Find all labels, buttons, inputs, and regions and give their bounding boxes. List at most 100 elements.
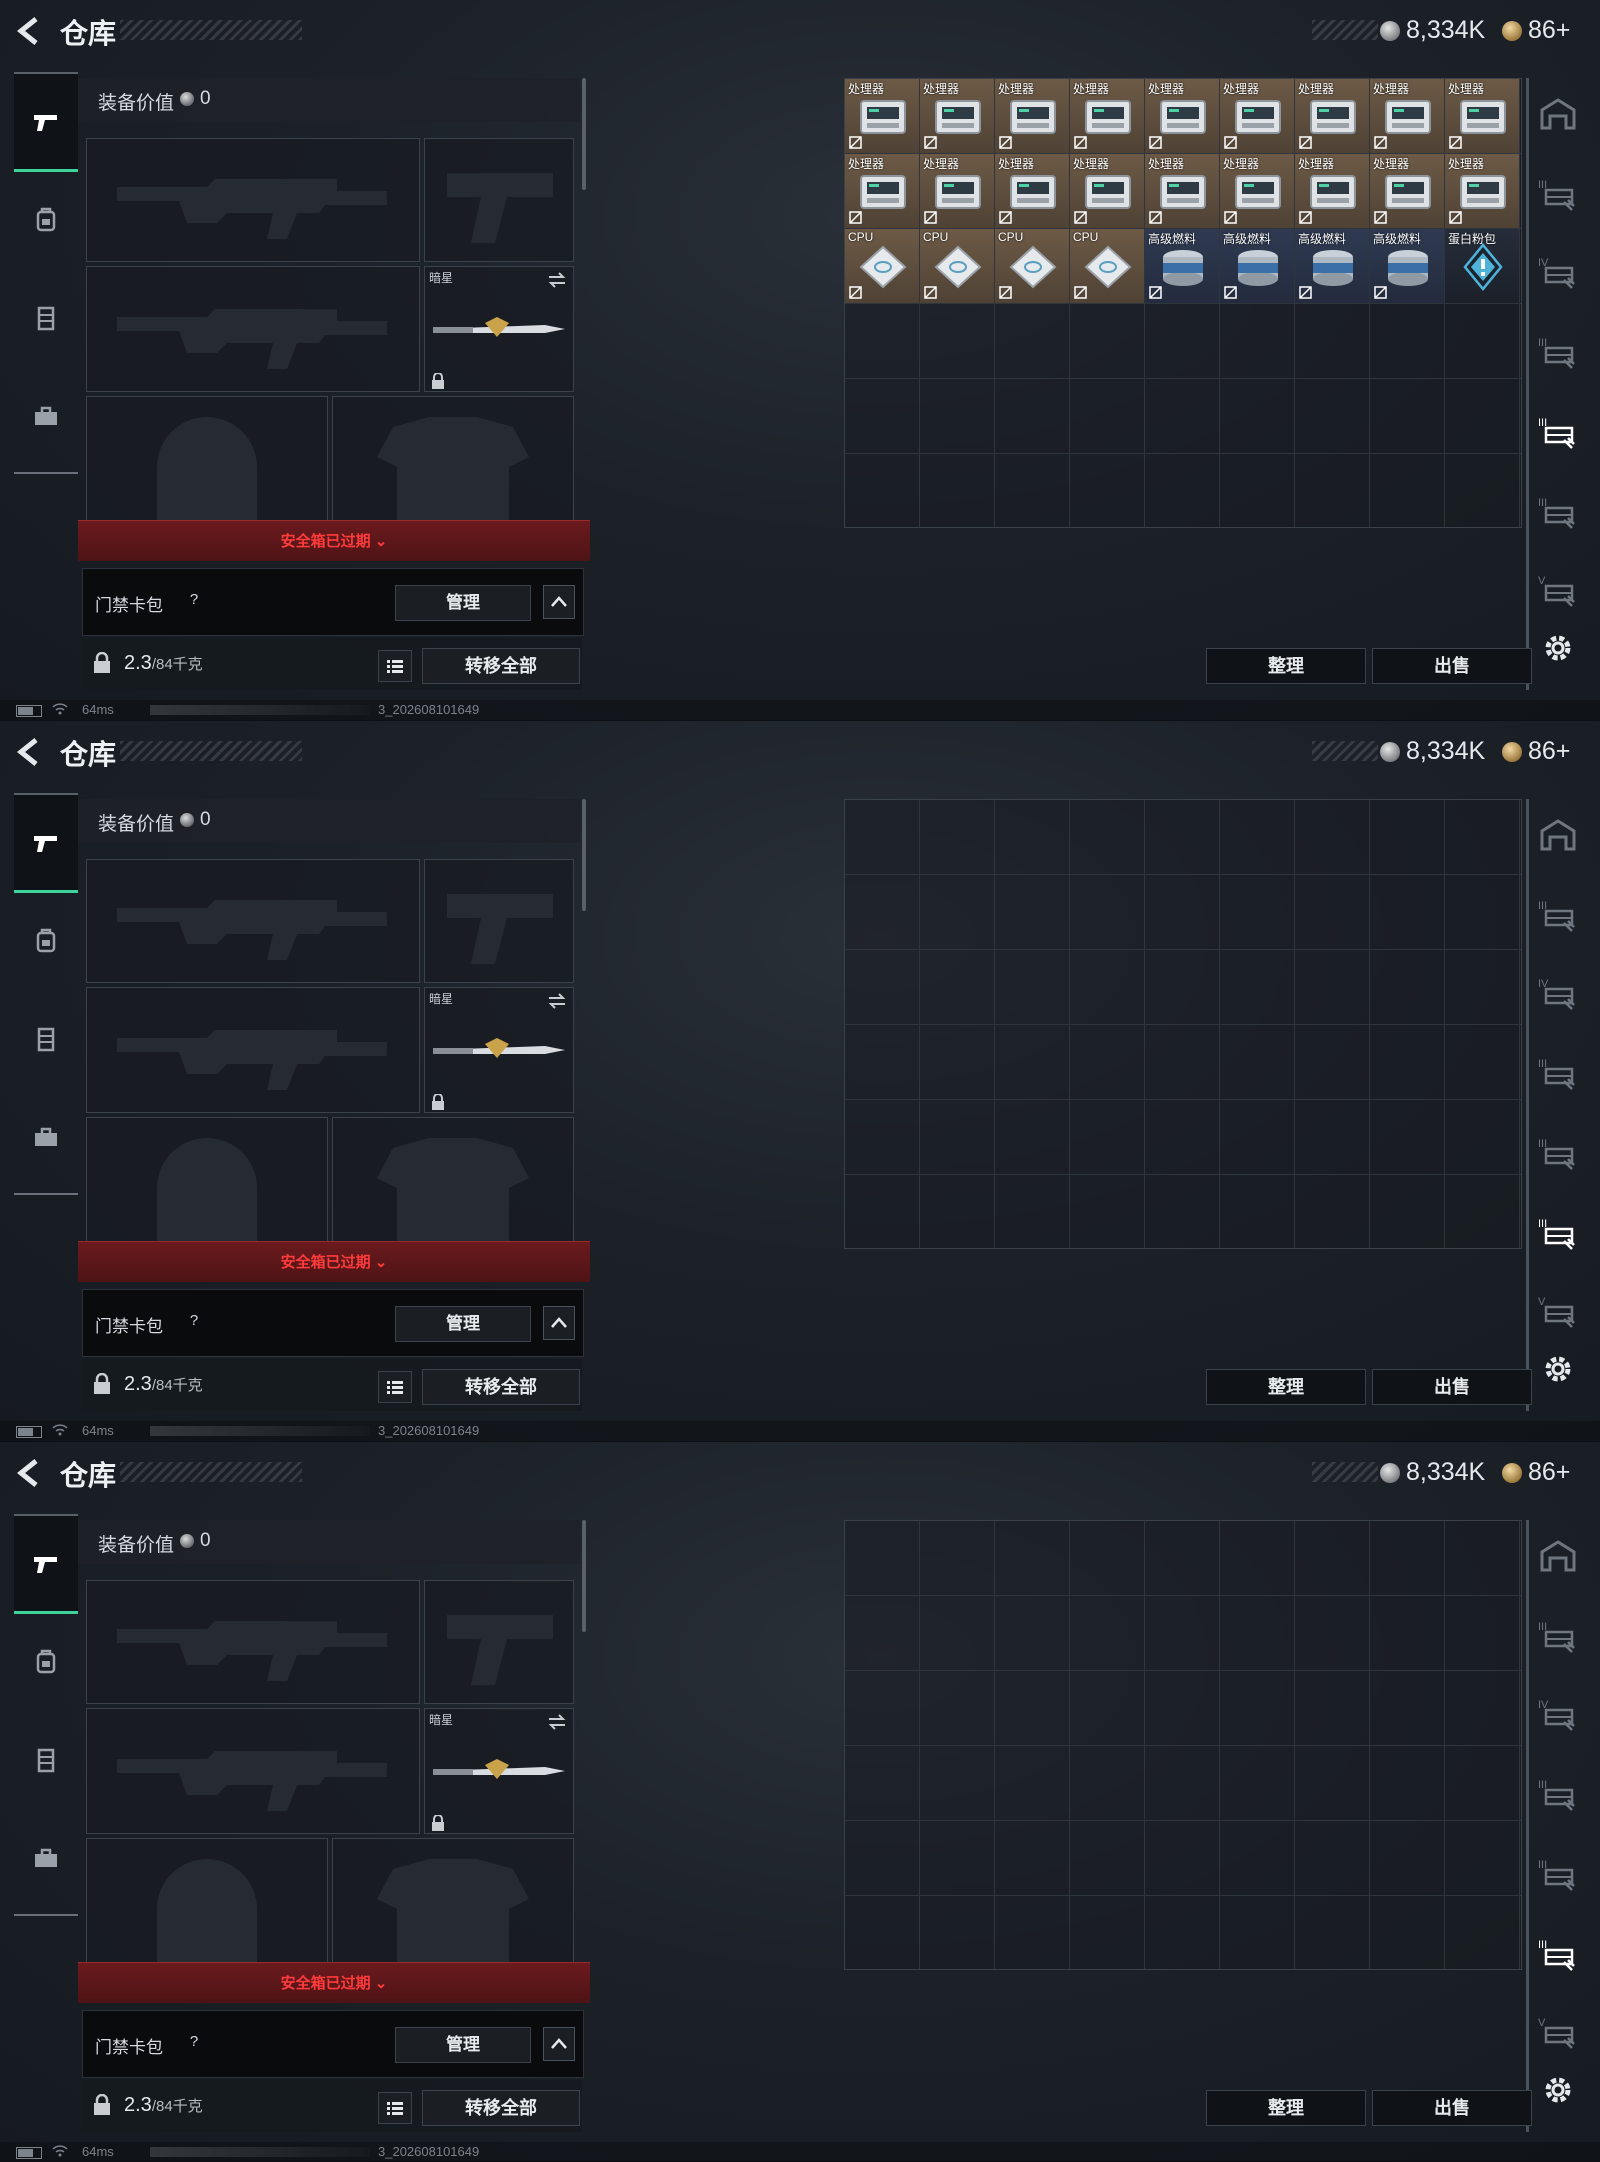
- safebox-expired-banner[interactable]: 安全箱已过期 ⌄: [78, 1962, 590, 2003]
- warehouse-item-proc[interactable]: 处理器: [845, 154, 919, 228]
- warehouse-item-proc[interactable]: 处理器: [1220, 79, 1294, 153]
- filter-rack-3[interactable]: III: [1534, 1772, 1582, 1820]
- help-icon[interactable]: ?: [183, 589, 205, 611]
- sort-button[interactable]: 整理: [1206, 648, 1366, 684]
- manage-button[interactable]: 管理: [395, 2027, 531, 2063]
- warehouse-item-cpu[interactable]: CPU: [1070, 229, 1144, 303]
- equipment-scrollbar[interactable]: [582, 78, 586, 190]
- filter-scrollbar[interactable]: [1526, 1520, 1529, 2132]
- melee-slot[interactable]: 暗星: [424, 987, 574, 1113]
- warehouse-item-proc[interactable]: 处理器: [1370, 154, 1444, 228]
- sort-button[interactable]: 整理: [1206, 1369, 1366, 1405]
- tab-vest[interactable]: [14, 1712, 78, 1808]
- warehouse-item-proc[interactable]: 处理器: [1370, 79, 1444, 153]
- warehouse-item-proc[interactable]: 处理器: [1145, 154, 1219, 228]
- safebox-expired-banner[interactable]: 安全箱已过期 ⌄: [78, 1241, 590, 1282]
- manage-button[interactable]: 管理: [395, 585, 531, 621]
- help-icon[interactable]: ?: [183, 1310, 205, 1332]
- tab-vest[interactable]: [14, 270, 78, 366]
- tab-backpack[interactable]: [14, 172, 78, 268]
- helmet-slot[interactable]: [86, 1117, 328, 1243]
- warehouse-item-protein[interactable]: 蛋白粉包: [1445, 229, 1519, 303]
- tab-backpack[interactable]: [14, 1614, 78, 1710]
- warehouse-item-fuel[interactable]: 高级燃料: [1220, 229, 1294, 303]
- warehouse-grid[interactable]: [844, 799, 1522, 1249]
- warehouse-item-proc[interactable]: 处理器: [920, 154, 994, 228]
- sidearm-slot[interactable]: [424, 1580, 574, 1704]
- tab-toolbox[interactable]: [14, 368, 78, 464]
- sell-button[interactable]: 出售: [1372, 2090, 1532, 2126]
- gold-currency[interactable]: 86+: [1502, 1458, 1570, 1487]
- warehouse-item-proc[interactable]: 处理器: [1220, 154, 1294, 228]
- filter-rack-5[interactable]: III: [1534, 1211, 1582, 1259]
- armor-slot[interactable]: [332, 396, 574, 522]
- collapse-button[interactable]: [543, 585, 575, 619]
- silver-currency[interactable]: 8,334K: [1380, 16, 1485, 45]
- filter-scrollbar[interactable]: [1526, 78, 1529, 690]
- sidearm-slot[interactable]: [424, 138, 574, 262]
- warehouse-grid[interactable]: [844, 1520, 1522, 1970]
- warehouse-item-proc[interactable]: 处理器: [1145, 79, 1219, 153]
- filter-base[interactable]: [1534, 811, 1582, 859]
- safebox-expired-banner[interactable]: 安全箱已过期 ⌄: [78, 520, 590, 561]
- helmet-slot[interactable]: [86, 396, 328, 522]
- sidearm-slot[interactable]: [424, 859, 574, 983]
- filter-rack-6[interactable]: V: [1534, 568, 1582, 616]
- collapse-button[interactable]: [543, 2027, 575, 2061]
- tab-backpack[interactable]: [14, 893, 78, 989]
- filter-rack-2[interactable]: IV: [1534, 971, 1582, 1019]
- filter-scrollbar[interactable]: [1526, 799, 1529, 1411]
- list-view-button[interactable]: [378, 2092, 412, 2124]
- tab-weapons[interactable]: [14, 1514, 78, 1614]
- filter-base[interactable]: [1534, 90, 1582, 138]
- silver-currency[interactable]: 8,334K: [1380, 1458, 1485, 1487]
- filter-rack-3[interactable]: III: [1534, 1051, 1582, 1099]
- warehouse-item-proc[interactable]: 处理器: [1070, 154, 1144, 228]
- warehouse-item-cpu[interactable]: CPU: [920, 229, 994, 303]
- help-icon[interactable]: ?: [183, 2031, 205, 2053]
- settings-button[interactable]: [1540, 630, 1576, 666]
- primary-weapon-slot[interactable]: [86, 1580, 420, 1704]
- warehouse-item-proc[interactable]: 处理器: [995, 79, 1069, 153]
- filter-rack-4[interactable]: III: [1534, 1852, 1582, 1900]
- armor-slot[interactable]: [332, 1117, 574, 1243]
- melee-slot[interactable]: 暗星: [424, 1708, 574, 1834]
- list-view-button[interactable]: [378, 1371, 412, 1403]
- filter-rack-5[interactable]: III: [1534, 1932, 1582, 1980]
- silver-currency[interactable]: 8,334K: [1380, 737, 1485, 766]
- warehouse-item-proc[interactable]: 处理器: [1295, 154, 1369, 228]
- sell-button[interactable]: 出售: [1372, 1369, 1532, 1405]
- warehouse-item-proc[interactable]: 处理器: [845, 79, 919, 153]
- filter-rack-6[interactable]: V: [1534, 1289, 1582, 1337]
- transfer-all-button[interactable]: 转移全部: [422, 648, 580, 684]
- warehouse-item-proc[interactable]: 处理器: [1445, 79, 1519, 153]
- tab-toolbox[interactable]: [14, 1089, 78, 1185]
- warehouse-item-fuel[interactable]: 高级燃料: [1370, 229, 1444, 303]
- gold-currency[interactable]: 86+: [1502, 16, 1570, 45]
- filter-rack-4[interactable]: III: [1534, 410, 1582, 458]
- filter-rack-3[interactable]: III: [1534, 330, 1582, 378]
- warehouse-item-fuel[interactable]: 高级燃料: [1145, 229, 1219, 303]
- tab-weapons[interactable]: [14, 793, 78, 893]
- filter-rack-4[interactable]: III: [1534, 1131, 1582, 1179]
- sort-button[interactable]: 整理: [1206, 2090, 1366, 2126]
- warehouse-item-proc[interactable]: 处理器: [1070, 79, 1144, 153]
- secondary-weapon-slot[interactable]: [86, 266, 420, 392]
- transfer-all-button[interactable]: 转移全部: [422, 1369, 580, 1405]
- warehouse-item-proc[interactable]: 处理器: [1295, 79, 1369, 153]
- armor-slot[interactable]: [332, 1838, 574, 1964]
- back-button[interactable]: [12, 14, 46, 48]
- primary-weapon-slot[interactable]: [86, 859, 420, 983]
- filter-rack-1[interactable]: III: [1534, 893, 1582, 941]
- filter-rack-6[interactable]: V: [1534, 2010, 1582, 2058]
- tab-weapons[interactable]: [14, 72, 78, 172]
- warehouse-item-cpu[interactable]: CPU: [995, 229, 1069, 303]
- back-button[interactable]: [12, 1456, 46, 1490]
- secondary-weapon-slot[interactable]: [86, 1708, 420, 1834]
- settings-button[interactable]: [1540, 2072, 1576, 2108]
- list-view-button[interactable]: [378, 650, 412, 682]
- primary-weapon-slot[interactable]: [86, 138, 420, 262]
- gold-currency[interactable]: 86+: [1502, 737, 1570, 766]
- warehouse-item-proc[interactable]: 处理器: [1445, 154, 1519, 228]
- warehouse-item-cpu[interactable]: CPU: [845, 229, 919, 303]
